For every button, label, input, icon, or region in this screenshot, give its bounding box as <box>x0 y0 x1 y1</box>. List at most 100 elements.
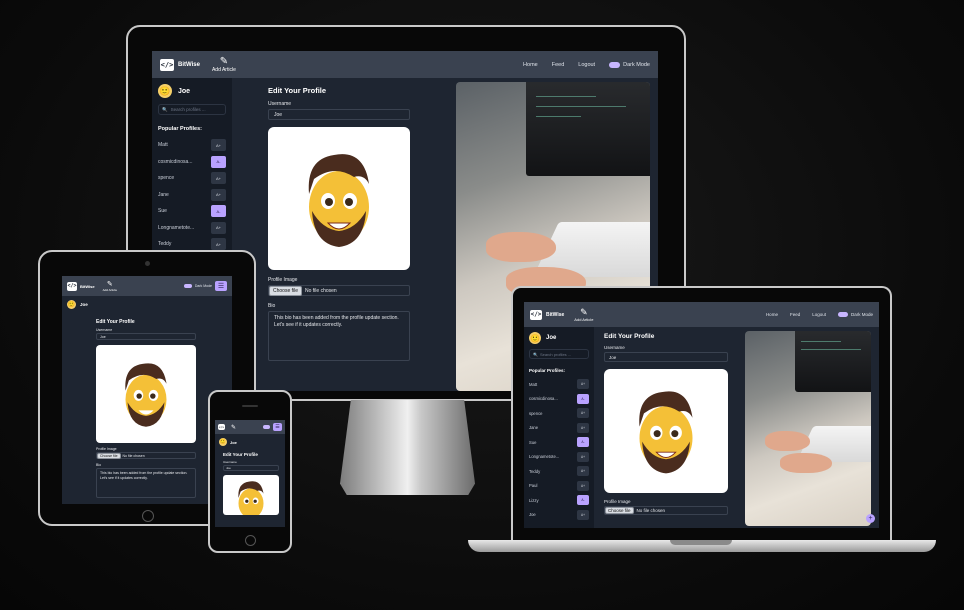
sidebar-user[interactable]: 🙂 Joe <box>67 300 88 309</box>
choose-file-button[interactable]: Choose file <box>605 507 634 514</box>
floating-add-button[interactable]: + <box>866 514 875 523</box>
photo-code-line <box>536 106 626 107</box>
brand-name[interactable]: BitWise <box>80 284 95 289</box>
profile-list-item[interactable]: Teddy A+ <box>529 464 589 479</box>
username-label: Username <box>268 101 292 107</box>
profile-list-item[interactable]: cosmicdinosa... A- <box>158 154 226 171</box>
choose-file-button[interactable]: Choose file <box>97 452 121 459</box>
file-input[interactable]: Choose file No file chosen <box>96 452 196 459</box>
nav-home-link[interactable]: Home <box>523 62 538 68</box>
profile-name: cosmicdinosa... <box>158 158 193 165</box>
bio-label: Bio <box>96 463 102 467</box>
profile-name: Jane <box>529 425 539 431</box>
profile-list-item[interactable]: cosmicdinosa... A- <box>529 392 589 407</box>
sidebar-user-name: Joe <box>178 87 191 95</box>
unfollow-button[interactable]: A- <box>211 205 226 218</box>
dark-mode-label: Dark Mode <box>850 312 873 317</box>
profile-list-item[interactable]: Longnametote... A+ <box>158 220 226 237</box>
nav-logout-link[interactable]: Logout <box>578 62 595 68</box>
brand-logo-icon[interactable]: </> <box>160 58 174 71</box>
page-title: Edit Your Profile <box>223 452 258 457</box>
bio-text: This bio has been added from the profile… <box>274 315 399 328</box>
follow-button[interactable]: A+ <box>211 172 226 185</box>
brand-logo-icon[interactable]: </> <box>218 424 225 430</box>
profile-name: Sue <box>158 208 167 215</box>
profile-image-preview <box>96 345 196 443</box>
follow-button[interactable]: A+ <box>577 379 589 390</box>
nav-feed-link[interactable]: Feed <box>552 62 565 68</box>
unfollow-button[interactable]: A- <box>577 495 589 506</box>
follow-button[interactable]: A+ <box>211 188 226 201</box>
profile-list-item[interactable]: Joe A+ <box>529 508 589 523</box>
bio-textarea[interactable]: This bio has been added from the profile… <box>268 311 410 361</box>
choose-file-button[interactable]: Choose file <box>269 285 303 296</box>
follow-button[interactable]: A+ <box>211 221 226 234</box>
brand-name[interactable]: BitWise <box>178 62 200 68</box>
follow-button[interactable]: A+ <box>577 408 589 419</box>
file-input[interactable]: Choose file No file chosen <box>604 506 728 515</box>
file-input[interactable]: Choose file No file chosen <box>268 285 410 296</box>
profile-name: Paul <box>529 483 538 489</box>
username-field[interactable]: Joe <box>96 333 196 340</box>
profile-list-item[interactable]: Sue A- <box>529 435 589 450</box>
nav-links: ☰ <box>263 423 282 431</box>
add-article-button[interactable]: ✎ Add Article <box>574 307 593 322</box>
nav-feed-link[interactable]: Feed <box>790 312 800 317</box>
follow-button[interactable]: A+ <box>577 422 589 433</box>
menu-icon[interactable]: ☰ <box>273 423 282 431</box>
bio-textarea[interactable]: This bio has been added from the profile… <box>96 468 196 498</box>
username-field[interactable]: Joe <box>604 352 728 362</box>
brand-name[interactable]: BitWise <box>546 312 564 318</box>
toggle-switch-icon[interactable] <box>183 284 192 288</box>
profile-list-item[interactable]: Paul A+ <box>529 479 589 494</box>
profile-list-item[interactable]: Lizzy A- <box>529 493 589 508</box>
follow-button[interactable]: A+ <box>577 451 589 462</box>
avatar: 🙂 <box>158 84 172 98</box>
follow-button[interactable]: A+ <box>211 139 226 152</box>
profile-list-item[interactable]: Sue A- <box>158 203 226 220</box>
sidebar-user[interactable]: 🙂 Joe <box>219 438 237 446</box>
nav-logout-link[interactable]: Logout <box>812 312 826 317</box>
toggle-switch-icon[interactable] <box>263 425 270 429</box>
unfollow-button[interactable]: A- <box>211 155 226 168</box>
profile-name: Joe <box>529 512 536 518</box>
dark-mode-toggle[interactable]: Dark Mode <box>837 312 873 317</box>
bio-label: Bio <box>268 303 276 309</box>
no-file-text: No file chosen <box>122 453 145 458</box>
profile-list-item[interactable]: Matt A+ <box>158 137 226 154</box>
profile-list-item[interactable]: Longnametote... A+ <box>529 450 589 465</box>
add-article-button[interactable]: ✎ Add Article <box>212 56 236 73</box>
brand-logo-icon[interactable]: </> <box>67 281 77 291</box>
laptop-app: </> BitWise ✎ Add Article Home Feed Logo… <box>524 302 879 528</box>
brand-logo-icon[interactable]: </> <box>530 309 542 320</box>
menu-icon[interactable]: ☰ <box>215 281 227 291</box>
add-article-button[interactable]: ✎ Add Article <box>103 281 117 292</box>
profile-name: Teddy <box>529 468 541 474</box>
search-input[interactable]: 🔍 Search profiles ... <box>158 104 226 115</box>
username-field[interactable]: Joe <box>223 465 279 471</box>
follow-button[interactable]: A+ <box>577 466 589 477</box>
follow-button[interactable]: A+ <box>211 238 226 251</box>
profile-list-item[interactable]: Jane A+ <box>529 421 589 436</box>
unfollow-button[interactable]: A- <box>577 393 589 404</box>
search-placeholder: Search profiles ... <box>539 351 572 357</box>
profile-list-item[interactable]: Matt A+ <box>529 377 589 392</box>
profile-image-preview <box>604 369 728 493</box>
sidebar-user[interactable]: 🙂 Joe <box>158 84 226 98</box>
username-field[interactable]: Joe <box>268 109 410 120</box>
profile-list-item[interactable]: spence A+ <box>529 406 589 421</box>
search-input[interactable]: 🔍 Search profiles ... <box>529 349 589 359</box>
unfollow-button[interactable]: A- <box>577 437 589 448</box>
nav-home-link[interactable]: Home <box>766 312 778 317</box>
tablet-screen: </> BitWise ✎ Add Article Dark Mode ☰ 🙂 … <box>62 276 232 504</box>
popular-profiles-title: Popular Profiles: <box>529 368 566 373</box>
follow-button[interactable]: A+ <box>577 480 589 491</box>
sidebar-user[interactable]: 🙂 Joe <box>529 332 589 344</box>
profile-list-item[interactable]: Jane A+ <box>158 187 226 204</box>
profile-list-item[interactable]: spence A+ <box>158 170 226 187</box>
add-article-icon[interactable]: ✎ <box>231 424 236 431</box>
no-file-text: No file chosen <box>305 287 337 294</box>
follow-button[interactable]: A+ <box>577 509 589 520</box>
dark-mode-toggle[interactable]: Dark Mode <box>609 61 650 68</box>
phone-app: </> ✎ ☰ 🙂 Joe Edit Your Profile Username… <box>215 420 285 527</box>
